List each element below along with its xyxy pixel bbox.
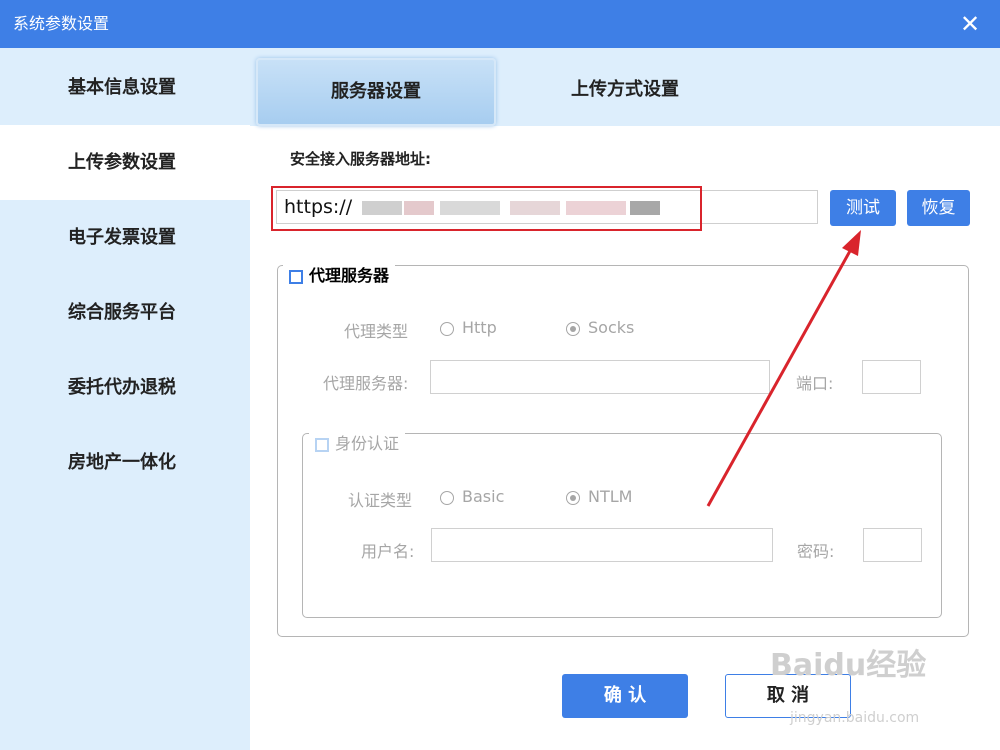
password-input[interactable]: [863, 528, 922, 562]
sidebar-item-basic-info[interactable]: 基本信息设置: [0, 50, 250, 125]
radio-icon: [440, 321, 454, 336]
radio-basic[interactable]: Basic: [440, 487, 504, 506]
auth-type-label: 认证类型: [348, 491, 413, 510]
sidebar-item-e-invoice[interactable]: 电子发票设置: [0, 200, 250, 275]
radio-icon: [440, 490, 454, 505]
sidebar-item-label: 基本信息设置: [68, 77, 176, 98]
radio-http-label: Http: [462, 318, 497, 337]
sidebar: 基本信息设置 上传参数设置 电子发票设置 综合服务平台 委托代办退税 房地产一体…: [0, 48, 250, 750]
server-address-label: 安全接入服务器地址:: [290, 150, 431, 168]
confirm-button[interactable]: 确 认: [562, 674, 688, 718]
proxy-legend: 代理服务器: [283, 262, 396, 286]
proxy-type-label: 代理类型: [344, 322, 409, 341]
radio-basic-label: Basic: [462, 487, 505, 506]
test-button[interactable]: 测试: [830, 190, 896, 226]
watermark-url: jingyan.baidu.com: [790, 710, 920, 726]
sidebar-item-label: 房地产一体化: [68, 452, 176, 473]
radio-socks[interactable]: Socks: [566, 318, 634, 337]
proxy-server-input[interactable]: [430, 360, 770, 394]
proxy-server-label: 代理服务器:: [323, 374, 409, 393]
radio-ntlm-label: NTLM: [588, 487, 633, 506]
sidebar-item-label: 上传参数设置: [68, 152, 176, 173]
auth-legend-label: 身份认证: [335, 434, 400, 453]
auth-fieldset: [302, 433, 942, 618]
password-label: 密码:: [797, 542, 835, 561]
restore-button[interactable]: 恢复: [907, 190, 970, 226]
sidebar-item-label: 综合服务平台: [68, 302, 176, 323]
close-icon[interactable]: ✕: [956, 10, 984, 38]
checkbox-icon[interactable]: [315, 437, 329, 452]
port-input[interactable]: [862, 360, 921, 394]
sidebar-item-label: 电子发票设置: [68, 227, 176, 248]
highlight-box: [271, 186, 702, 231]
watermark: Baidu经验: [770, 648, 927, 683]
tab-upload-method[interactable]: 上传方式设置: [530, 58, 720, 122]
sidebar-item-tax-refund[interactable]: 委托代办退税: [0, 350, 250, 425]
proxy-legend-label: 代理服务器: [309, 266, 390, 285]
sidebar-item-label: 委托代办退税: [68, 377, 176, 398]
tab-bar: 服务器设置 上传方式设置: [250, 48, 1000, 126]
radio-socks-label: Socks: [588, 318, 635, 337]
sidebar-item-upload-params[interactable]: 上传参数设置: [0, 125, 250, 200]
username-input[interactable]: [431, 528, 773, 562]
radio-icon: [566, 490, 580, 505]
title-bar: 系统参数设置 ✕: [0, 0, 1000, 48]
username-label: 用户名:: [361, 542, 415, 561]
window-title: 系统参数设置: [13, 14, 110, 33]
radio-http[interactable]: Http: [440, 318, 497, 337]
checkbox-icon[interactable]: [289, 269, 303, 284]
auth-legend: 身份认证: [309, 430, 406, 454]
sidebar-item-real-estate[interactable]: 房地产一体化: [0, 425, 250, 500]
radio-icon: [566, 321, 580, 336]
port-label: 端口:: [796, 374, 834, 393]
tab-server-settings[interactable]: 服务器设置: [256, 58, 496, 126]
radio-ntlm[interactable]: NTLM: [566, 487, 632, 506]
sidebar-item-service-platform[interactable]: 综合服务平台: [0, 275, 250, 350]
